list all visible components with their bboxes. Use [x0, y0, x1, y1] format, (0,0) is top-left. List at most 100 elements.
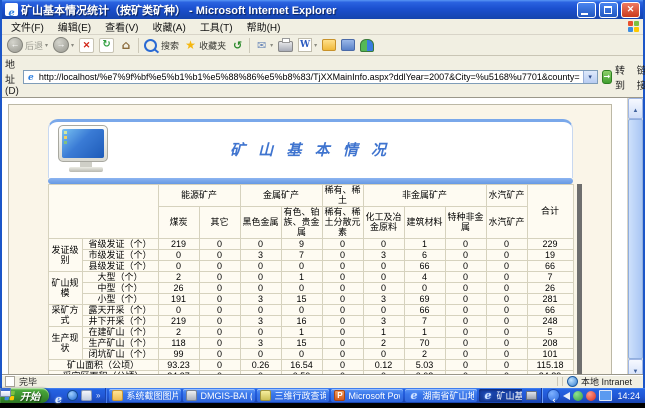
close-button[interactable] [621, 2, 640, 18]
table-row: 县级发证（个）000000660066 [48, 260, 573, 271]
cell-value: 0 [363, 282, 404, 293]
forward-icon [53, 37, 69, 53]
menu-item-favorites[interactable]: 收藏(A) [145, 19, 192, 34]
maximize-button[interactable] [599, 2, 618, 18]
scrollbar-thumb[interactable] [628, 119, 643, 359]
row-label: 闭坑矿山（个） [82, 348, 158, 359]
url-text[interactable]: http://localhost/%e7%9f%bf%e5%b1%b1%e5%8… [39, 72, 580, 82]
cell-value: 0 [445, 359, 486, 370]
table-row: 市级发证（个）00370360019 [48, 249, 573, 260]
address-dropdown-icon[interactable] [583, 71, 597, 83]
cell-value: 0 [445, 260, 486, 271]
cell-value: 70 [404, 337, 445, 348]
show-desktop-icon[interactable] [81, 390, 92, 401]
favorites-label: 收藏夹 [199, 39, 226, 52]
cell-value: 0 [322, 337, 363, 348]
menu-item-tools[interactable]: 工具(T) [193, 19, 240, 34]
cell-value: 0 [486, 293, 527, 304]
cell-value: 0 [281, 260, 322, 271]
task-label: 系统截图图片 [126, 389, 178, 402]
mail-button[interactable]: ▾ [253, 37, 275, 54]
green-status-icon[interactable] [573, 391, 583, 401]
cell-value: 0.26 [240, 359, 281, 370]
cell-value: 3 [363, 293, 404, 304]
back-dropdown-icon[interactable]: ▾ [45, 42, 48, 49]
window-icon[interactable] [0, 388, 11, 397]
mail-icon [255, 39, 268, 52]
taskbar-task-button[interactable]: DMGIS-BAI (J:) [183, 389, 255, 402]
cell-value: 66 [404, 304, 445, 315]
stop-button[interactable] [77, 37, 96, 54]
menu-item-view[interactable]: 查看(V) [98, 19, 145, 34]
cell-value: 2 [158, 271, 199, 282]
discussion-button[interactable] [320, 37, 338, 54]
taskbar-task-button[interactable]: Microsoft Pow... [331, 389, 403, 402]
messenger-icon [360, 39, 374, 52]
column-group-header: 非金属矿产 [363, 185, 486, 207]
cell-value: 0 [363, 271, 404, 282]
forward-button[interactable]: ▾ [51, 37, 76, 54]
cell-value: 0 [322, 282, 363, 293]
column-group-header: 稀有、稀土 [322, 185, 363, 207]
start-label: 开始 [20, 388, 40, 403]
taskbar-task-button[interactable]: 三维行政查询... [257, 389, 329, 402]
scroll-up-icon[interactable] [628, 98, 643, 119]
cell-value: 9 [281, 238, 322, 249]
ie-icon [408, 390, 419, 401]
cell-value: 0 [445, 370, 486, 374]
go-button[interactable]: 转到 [602, 62, 629, 92]
edit-button[interactable]: ▾ [296, 37, 319, 54]
folder-icon [112, 390, 123, 401]
home-button[interactable] [117, 37, 135, 54]
cell-value: 0 [445, 282, 486, 293]
menu-item-file[interactable]: 文件(F) [4, 19, 51, 34]
status-text: 完毕 [19, 375, 37, 388]
go-arrow-icon [602, 70, 612, 84]
browser-window: 矿山基本情况统计（按矿类矿种） - Microsoft Internet Exp… [0, 0, 645, 388]
cell-value: 16 [281, 315, 322, 326]
forward-dropdown-icon[interactable]: ▾ [71, 42, 74, 49]
address-combobox[interactable]: http://localhost/%e7%9f%bf%e5%b1%b1%e5%8… [23, 70, 598, 84]
table-row: 采矿方式露天开采（个）000000660066 [48, 304, 573, 315]
mail-dropdown-icon[interactable]: ▾ [270, 42, 273, 49]
refresh-button[interactable] [97, 37, 116, 54]
quick-launch-ie-icon[interactable] [53, 390, 64, 401]
vertical-scrollbar[interactable] [627, 98, 643, 374]
links-label[interactable]: 链接 [637, 62, 645, 92]
tray-chevron-icon[interactable] [547, 389, 560, 402]
volume-icon[interactable] [563, 392, 570, 400]
cell-value: 7 [281, 249, 322, 260]
search-button[interactable]: 搜索 [142, 37, 181, 54]
menu-item-help[interactable]: 帮助(H) [240, 19, 288, 34]
report-frame: 矿 山 基 本 情 况 能源矿产金属矿产稀有、稀土非金属矿产水汽矿产合计煤炭其它… [48, 119, 573, 374]
favorites-button[interactable]: 收藏夹 [182, 37, 228, 54]
print-button[interactable] [276, 37, 295, 54]
taskbar-task-button[interactable]: 矿山基本情况... [479, 389, 522, 402]
cell-value: 5.03 [404, 359, 445, 370]
printer-icon[interactable] [526, 391, 537, 400]
red-status-icon[interactable] [586, 391, 596, 401]
messenger-button[interactable] [358, 37, 376, 54]
cell-value: 0 [445, 293, 486, 304]
cell-value: 0 [445, 337, 486, 348]
window-title: 矿山基本情况统计（按矿类矿种） - Microsoft Internet Exp… [21, 2, 574, 18]
report-title: 矿 山 基 本 情 况 [49, 139, 572, 160]
research-button[interactable] [339, 37, 357, 54]
history-button[interactable] [229, 37, 246, 54]
quick-launch-media-icon[interactable] [67, 390, 78, 401]
row-label: 露天开采（个） [82, 304, 158, 315]
cell-value: 1 [404, 238, 445, 249]
taskbar-task-button[interactable]: 湖南省矿山地... [405, 389, 477, 402]
cell-value: 0 [199, 271, 240, 282]
cell-value: 0 [486, 326, 527, 337]
column-header: 水汽矿产 [486, 206, 527, 238]
menu-item-edit[interactable]: 编辑(E) [51, 19, 98, 34]
quick-launch-bar: » [49, 388, 106, 403]
scroll-down-icon[interactable] [628, 359, 643, 374]
taskbar-task-button[interactable]: 系统截图图片 [109, 389, 181, 402]
edit-dropdown-icon[interactable]: ▾ [314, 42, 317, 49]
minimize-button[interactable] [577, 2, 596, 18]
display-icon[interactable] [599, 390, 612, 401]
quick-launch-chevron-icon[interactable]: » [95, 391, 101, 400]
back-button[interactable]: 后退 ▾ [5, 37, 50, 54]
